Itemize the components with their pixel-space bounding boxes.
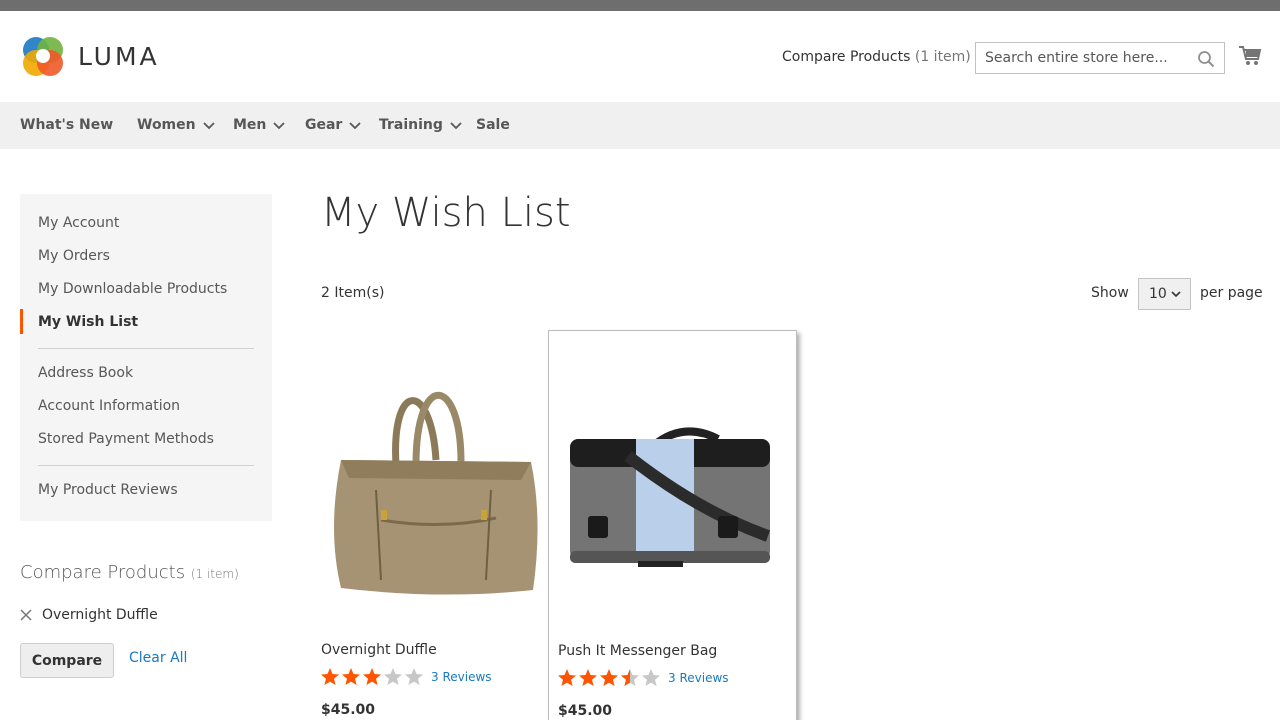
rating-stars	[321, 668, 426, 685]
store-logo[interactable]: LUMA	[20, 33, 160, 79]
item-count: 2 Item(s)	[321, 285, 385, 301]
star-filled-icon	[342, 668, 360, 685]
product-price: $45.00	[321, 702, 376, 718]
luma-logo-icon	[23, 37, 63, 76]
main-navigation: What's New Women Men Gear Training Sale	[0, 102, 1280, 149]
compare-products-label: Compare Products	[782, 49, 911, 65]
star-filled-icon	[363, 668, 381, 685]
nav-item-sale[interactable]: Sale	[476, 102, 510, 149]
search-icon[interactable]	[1197, 50, 1215, 68]
sidebar-item-my-orders[interactable]: My Orders	[38, 248, 110, 264]
sidebar-item-address-book[interactable]: Address Book	[38, 365, 133, 381]
nav-item-label: Training	[379, 117, 443, 133]
compare-button[interactable]: Compare	[20, 643, 114, 678]
product-image[interactable]	[558, 351, 788, 611]
star-empty-icon	[384, 668, 402, 685]
page-title: My Wish List	[321, 190, 571, 236]
chevron-down-icon	[202, 121, 215, 129]
sidebar-item-my-wish-list: My Wish List	[38, 314, 139, 330]
chevron-down-icon	[349, 121, 361, 129]
clear-all-link[interactable]: Clear All	[129, 650, 187, 666]
account-sidebar-nav: My Account My Orders My Downloadable Pro…	[20, 194, 272, 521]
compare-item-link[interactable]: Overnight Duffle	[42, 607, 158, 623]
per-page-value: 10	[1149, 286, 1167, 302]
active-indicator	[20, 309, 23, 334]
nav-item-label: Gear	[305, 117, 343, 133]
star-half-icon	[621, 669, 639, 686]
nav-item-women[interactable]: Women	[137, 102, 215, 149]
star-filled-icon	[321, 668, 339, 685]
product-rating: 3 Reviews	[321, 668, 492, 685]
compare-block-title-text: Compare Products	[20, 562, 186, 583]
logo-text: LUMA	[78, 41, 160, 71]
sidebar-item-downloadable-products[interactable]: My Downloadable Products	[38, 281, 227, 297]
sidebar-item-account-information[interactable]: Account Information	[38, 398, 180, 414]
sidebar-item-my-product-reviews[interactable]: My Product Reviews	[38, 482, 178, 498]
star-filled-icon	[600, 669, 618, 686]
rating-stars	[558, 669, 663, 686]
site-header: LUMA Compare Products (1 item)	[0, 11, 1280, 102]
compare-products-link[interactable]: Compare Products (1 item)	[782, 49, 971, 65]
nav-item-label: What's New	[20, 117, 114, 133]
reviews-link[interactable]: 3 Reviews	[431, 670, 492, 684]
per-page-select[interactable]: 10	[1138, 278, 1191, 310]
limiter-show-label: Show	[1091, 285, 1129, 301]
compare-block-count: (1 item)	[190, 567, 239, 581]
product-price: $45.00	[558, 703, 613, 719]
star-filled-icon	[558, 669, 576, 686]
nav-item-men[interactable]: Men	[233, 102, 286, 149]
nav-item-gear[interactable]: Gear	[305, 102, 361, 149]
product-image[interactable]	[321, 350, 551, 610]
top-strip	[0, 0, 1280, 11]
sidebar-divider	[38, 348, 254, 349]
product-rating: 3 Reviews	[558, 669, 729, 686]
star-empty-icon	[405, 668, 423, 685]
search-box	[975, 42, 1225, 74]
chevron-down-icon	[273, 121, 286, 129]
sidebar-divider	[38, 465, 254, 466]
limiter-per-page-label: per page	[1200, 285, 1263, 301]
search-input[interactable]	[976, 43, 1224, 73]
chevron-down-icon	[450, 121, 462, 129]
compare-products-count: (1 item)	[914, 49, 971, 65]
product-card-overnight-duffle[interactable]: Overnight Duffle 3 Reviews $45.00	[321, 330, 570, 720]
product-name-link[interactable]: Push It Messenger Bag	[558, 643, 717, 659]
star-filled-icon	[579, 669, 597, 686]
compare-block-title: Compare Products (1 item)	[20, 562, 239, 583]
chevron-down-icon	[1171, 290, 1181, 297]
product-card-push-it-messenger-bag[interactable]: Push It Messenger Bag 3 Reviews $45.00	[548, 330, 797, 720]
sidebar-item-stored-payment-methods[interactable]: Stored Payment Methods	[38, 431, 214, 447]
reviews-link[interactable]: 3 Reviews	[668, 671, 729, 685]
cart-icon[interactable]	[1238, 44, 1262, 68]
nav-item-training[interactable]: Training	[379, 102, 462, 149]
sidebar-item-my-account[interactable]: My Account	[38, 215, 119, 231]
nav-item-label: Women	[137, 117, 196, 133]
nav-item-label: Sale	[476, 117, 510, 133]
nav-item-whats-new[interactable]: What's New	[20, 102, 113, 149]
star-empty-icon	[642, 669, 660, 686]
product-name-link[interactable]: Overnight Duffle	[321, 642, 437, 658]
nav-item-label: Men	[233, 117, 267, 133]
close-icon[interactable]	[20, 609, 32, 621]
